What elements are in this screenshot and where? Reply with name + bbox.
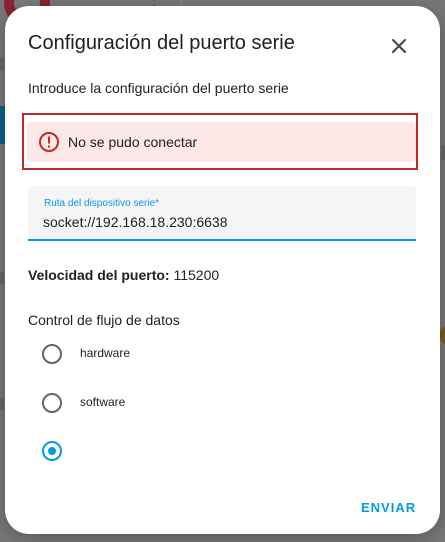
serial-port-dialog: Configuración del puerto serie Introduce… (5, 6, 440, 534)
alert-circle-outline-icon (39, 132, 59, 152)
radio-option-software[interactable]: software (38, 388, 338, 418)
background-mark (0, 398, 4, 410)
radio-unchecked-icon[interactable] (42, 393, 62, 413)
device-path-field[interactable]: Ruta del dispositivo serie* (28, 186, 416, 241)
radio-label: software (80, 395, 126, 409)
port-speed: Velocidad del puerto: 115200 (28, 267, 219, 283)
dialog-intro-text: Introduce la configuración del puerto se… (28, 80, 289, 96)
radio-option-none[interactable] (38, 436, 338, 466)
flow-control-heading: Control de flujo de datos (28, 312, 180, 328)
background-mark (0, 272, 4, 284)
device-path-input[interactable] (43, 212, 403, 232)
background-badge (440, 326, 445, 344)
dialog-title: Configuración del puerto serie (28, 32, 295, 54)
close-button[interactable] (385, 32, 413, 60)
device-path-label: Ruta del dispositivo serie* (44, 198, 160, 209)
background-mark (441, 146, 445, 160)
error-message: No se pudo conectar (68, 134, 198, 150)
radio-option-hardware[interactable]: hardware (38, 339, 338, 369)
radio-unchecked-icon[interactable] (42, 344, 62, 364)
error-alert: No se pudo conectar (27, 122, 416, 162)
port-speed-label: Velocidad del puerto: (28, 267, 170, 283)
background-mark (0, 58, 4, 70)
radio-dot (48, 447, 56, 455)
radio-checked-icon[interactable] (42, 441, 62, 461)
close-icon (392, 39, 406, 53)
port-speed-value: 115200 (173, 267, 220, 283)
submit-button[interactable]: ENVIAR (357, 496, 420, 518)
radio-label: hardware (80, 346, 131, 360)
